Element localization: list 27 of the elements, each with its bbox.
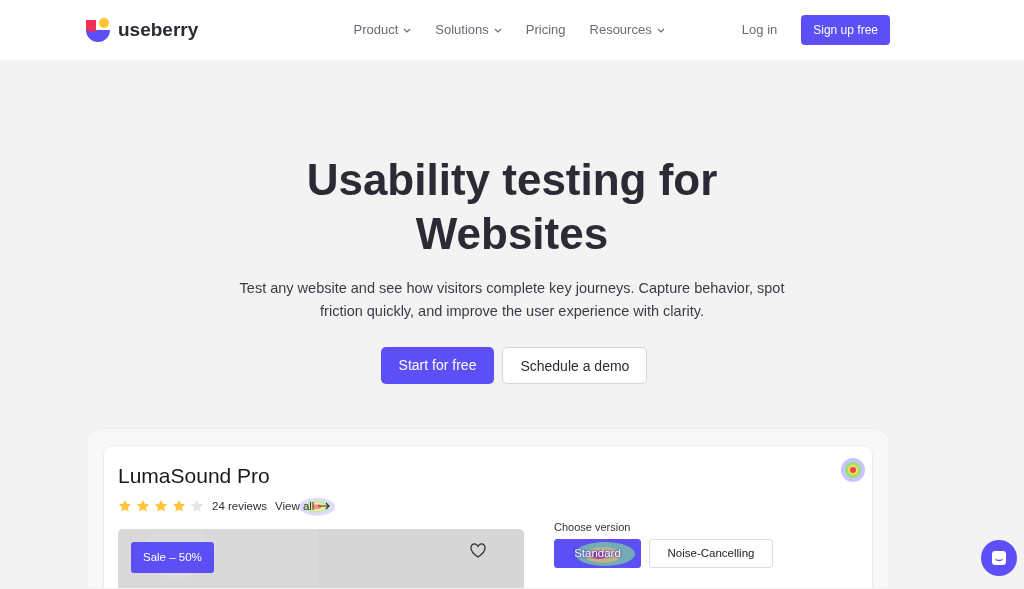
login-link[interactable]: Log in xyxy=(741,20,778,40)
star-icon xyxy=(172,499,186,514)
star-icon xyxy=(136,499,150,514)
arrow-icon xyxy=(318,502,331,511)
hero-title: Usability testing for Websites xyxy=(305,154,719,260)
nav-link[interactable]: Solutions xyxy=(435,20,502,40)
heart-icon[interactable] xyxy=(470,542,486,558)
logo-icon xyxy=(86,18,110,42)
nav-link[interactable]: Resources xyxy=(589,20,665,40)
sale-badge: Sale – 50% xyxy=(131,541,214,573)
version-label: Choose version xyxy=(554,519,632,535)
brand-name: useberry xyxy=(118,17,199,42)
demo-button[interactable]: Schedule a demo xyxy=(502,347,648,384)
heatmap-spot xyxy=(841,458,865,482)
product-title: LumaSound Pro xyxy=(118,463,270,489)
star-icon xyxy=(190,499,204,514)
chat-button[interactable] xyxy=(981,540,1017,576)
chat-icon xyxy=(991,550,1007,566)
star-icon xyxy=(154,499,168,514)
start-button[interactable]: Start for free xyxy=(380,347,495,384)
signup-button[interactable]: Sign up free xyxy=(801,15,890,45)
hero-subtitle: Test any website and see how visitors complete key journeys. Capture behavior, spot friction quickly, and improve the user experience with clarity. xyxy=(238,279,786,321)
nav-link[interactable]: Product xyxy=(353,20,412,40)
nav-link[interactable]: Pricing xyxy=(525,20,566,40)
star-icon xyxy=(118,499,132,514)
version-option[interactable]: Noise-Cancelling xyxy=(649,539,773,569)
review-count: 24 reviews xyxy=(212,498,267,514)
